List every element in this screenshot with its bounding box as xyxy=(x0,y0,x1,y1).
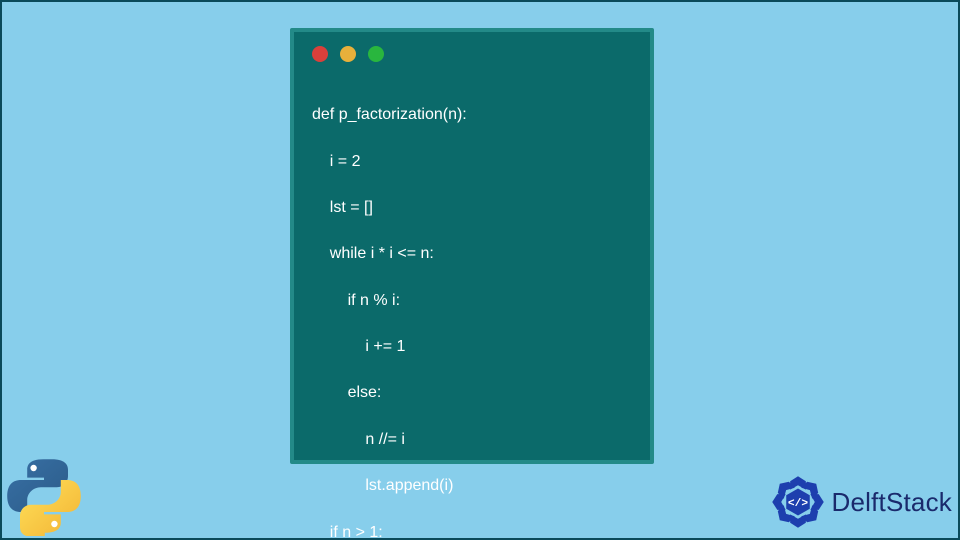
code-line: def p_factorization(n): xyxy=(312,103,632,126)
code-line: lst.append(i) xyxy=(312,474,632,497)
close-dot-icon xyxy=(312,46,328,62)
code-line: i += 1 xyxy=(312,335,632,358)
code-line: while i * i <= n: xyxy=(312,242,632,265)
code-body: def p_factorization(n): i = 2 lst = [] w… xyxy=(294,68,650,540)
svg-text:</>: </> xyxy=(787,498,807,510)
code-line: n //= i xyxy=(312,428,632,451)
code-line: i = 2 xyxy=(312,150,632,173)
code-line: lst = [] xyxy=(312,196,632,219)
delftstack-badge-icon: </> xyxy=(770,474,826,530)
code-line: if n > 1: xyxy=(312,521,632,540)
window-titlebar xyxy=(294,32,650,68)
minimize-dot-icon xyxy=(340,46,356,62)
code-line: else: xyxy=(312,381,632,404)
code-window: def p_factorization(n): i = 2 lst = [] w… xyxy=(290,28,654,464)
brand: </> DelftStack xyxy=(770,474,953,530)
code-line: if n % i: xyxy=(312,289,632,312)
maximize-dot-icon xyxy=(368,46,384,62)
brand-name: DelftStack xyxy=(832,487,953,518)
python-logo-icon xyxy=(4,456,84,536)
